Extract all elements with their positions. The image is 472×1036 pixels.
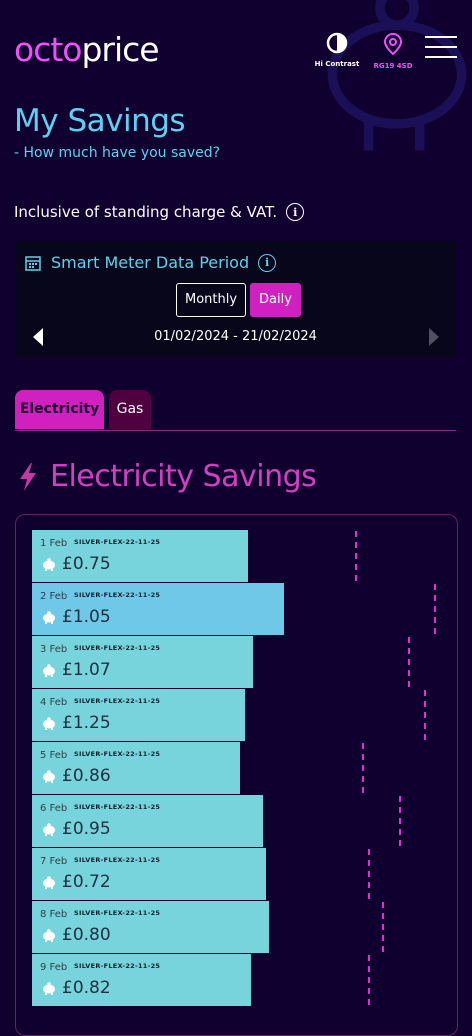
row-tariff: SILVER-FLEX-22-11-25 [74,909,161,917]
piggy-bank-icon [43,823,55,836]
row-tariff: SILVER-FLEX-22-11-25 [74,962,161,970]
row-tariff: SILVER-FLEX-22-11-25 [74,697,161,705]
row-tariff: SILVER-FLEX-22-11-25 [74,591,161,599]
row-amount: £0.72 [62,872,111,892]
location-pin-icon [383,32,403,56]
row-tariff: SILVER-FLEX-22-11-25 [74,644,161,652]
info-icon[interactable]: i [286,203,305,221]
savings-row[interactable]: 9 Feb SILVER-FLEX-22-11-25 £0.82 [32,954,251,1006]
app-header: octoprice Hi Contrast RG19 4SD [0,0,472,100]
row-date: 8 Feb [40,909,68,920]
piggy-bank-icon [43,982,55,995]
row-date: 3 Feb [40,644,68,655]
page-subtitle: - How much have you saved? [14,145,221,161]
average-marker [368,849,370,899]
row-date: 1 Feb [40,538,68,549]
period-info-icon[interactable]: i [258,253,277,272]
calendar-icon [25,255,41,271]
savings-list: 1 Feb SILVER-FLEX-22-11-25 £0.75 2 Feb SILVE… [15,514,458,1036]
logo-oct: oct [14,30,63,69]
piggy-bank-icon [43,558,55,571]
section-title: Electricity Savings [18,459,317,494]
inclusive-note: Inclusive of standing charge & VAT. i [14,203,305,221]
row-amount: £1.05 [62,607,111,627]
savings-row[interactable]: 2 Feb SILVER-FLEX-22-11-25 £1.05 [32,583,284,635]
savings-row[interactable]: 3 Feb SILVER-FLEX-22-11-25 £1.07 [32,636,253,688]
panel-heading-text: Smart Meter Data Period [51,253,250,272]
row-date: 6 Feb [40,803,68,814]
average-marker [424,690,426,740]
row-amount: £1.25 [62,713,111,733]
average-marker [408,637,410,687]
row-tariff: SILVER-FLEX-22-11-25 [74,538,161,546]
average-marker [434,584,436,634]
row-amount: £0.82 [62,978,111,998]
average-marker [382,902,384,952]
smart-meter-period-panel: Smart Meter Data Period i Monthly Daily … [15,241,456,358]
hi-contrast-button[interactable]: Hi Contrast [314,32,360,68]
piggy-bank-icon [43,611,55,624]
piggy-bank-icon [43,770,55,783]
chevron-right-icon[interactable] [427,327,441,347]
daily-button[interactable]: Daily [250,283,301,317]
section-title-text: Electricity Savings [50,459,317,494]
tab-gas[interactable]: Gas [109,390,151,429]
contrast-icon [326,32,348,54]
row-amount: £0.75 [62,554,111,574]
savings-row[interactable]: 4 Feb SILVER-FLEX-22-11-25 £1.25 [32,689,245,741]
panel-heading: Smart Meter Data Period i [25,253,277,272]
row-amount: £0.95 [62,819,111,839]
menu-icon[interactable] [425,36,457,60]
row-date: 4 Feb [40,697,68,708]
monthly-button[interactable]: Monthly [176,283,247,317]
row-date: 9 Feb [40,962,68,973]
average-marker [355,531,357,581]
page-title: My Savings [14,103,186,139]
logo-price: price [81,30,159,69]
row-date: 7 Feb [40,856,68,867]
row-tariff: SILVER-FLEX-22-11-25 [74,803,161,811]
piggy-bank-icon [43,717,55,730]
row-amount: £0.86 [62,766,111,786]
average-marker [368,955,370,1005]
tab-electricity[interactable]: Electricity [15,390,104,429]
row-tariff: SILVER-FLEX-22-11-25 [74,750,161,758]
row-amount: £1.07 [62,660,111,680]
piggy-bank-icon [43,876,55,889]
average-marker [399,796,401,846]
lightning-icon [20,462,36,491]
row-tariff: SILVER-FLEX-22-11-25 [74,856,161,864]
savings-row[interactable]: 5 Feb SILVER-FLEX-22-11-25 £0.86 [32,742,240,794]
piggy-bank-icon [43,929,55,942]
row-date: 2 Feb [40,591,68,602]
savings-row[interactable]: 6 Feb SILVER-FLEX-22-11-25 £0.95 [32,795,263,847]
savings-row[interactable]: 8 Feb SILVER-FLEX-22-11-25 £0.80 [32,901,269,953]
average-marker [362,743,364,793]
savings-row[interactable]: 1 Feb SILVER-FLEX-22-11-25 £0.75 [32,530,248,582]
row-date: 5 Feb [40,750,68,761]
octoprice-logo[interactable]: octoprice [14,30,160,69]
inclusive-note-text: Inclusive of standing charge & VAT. [14,203,278,221]
postcode-label: RG19 4SD [373,62,413,70]
postcode-button[interactable]: RG19 4SD [370,32,416,70]
piggy-bank-icon [43,664,55,677]
logo-o: o [62,30,82,69]
date-range: 01/02/2024 - 21/02/2024 [154,329,317,344]
fuel-tabs: Electricity Gas [15,390,456,431]
savings-row[interactable]: 7 Feb SILVER-FLEX-22-11-25 £0.72 [32,848,266,900]
hi-contrast-label: Hi Contrast [314,60,360,68]
row-amount: £0.80 [62,925,111,945]
